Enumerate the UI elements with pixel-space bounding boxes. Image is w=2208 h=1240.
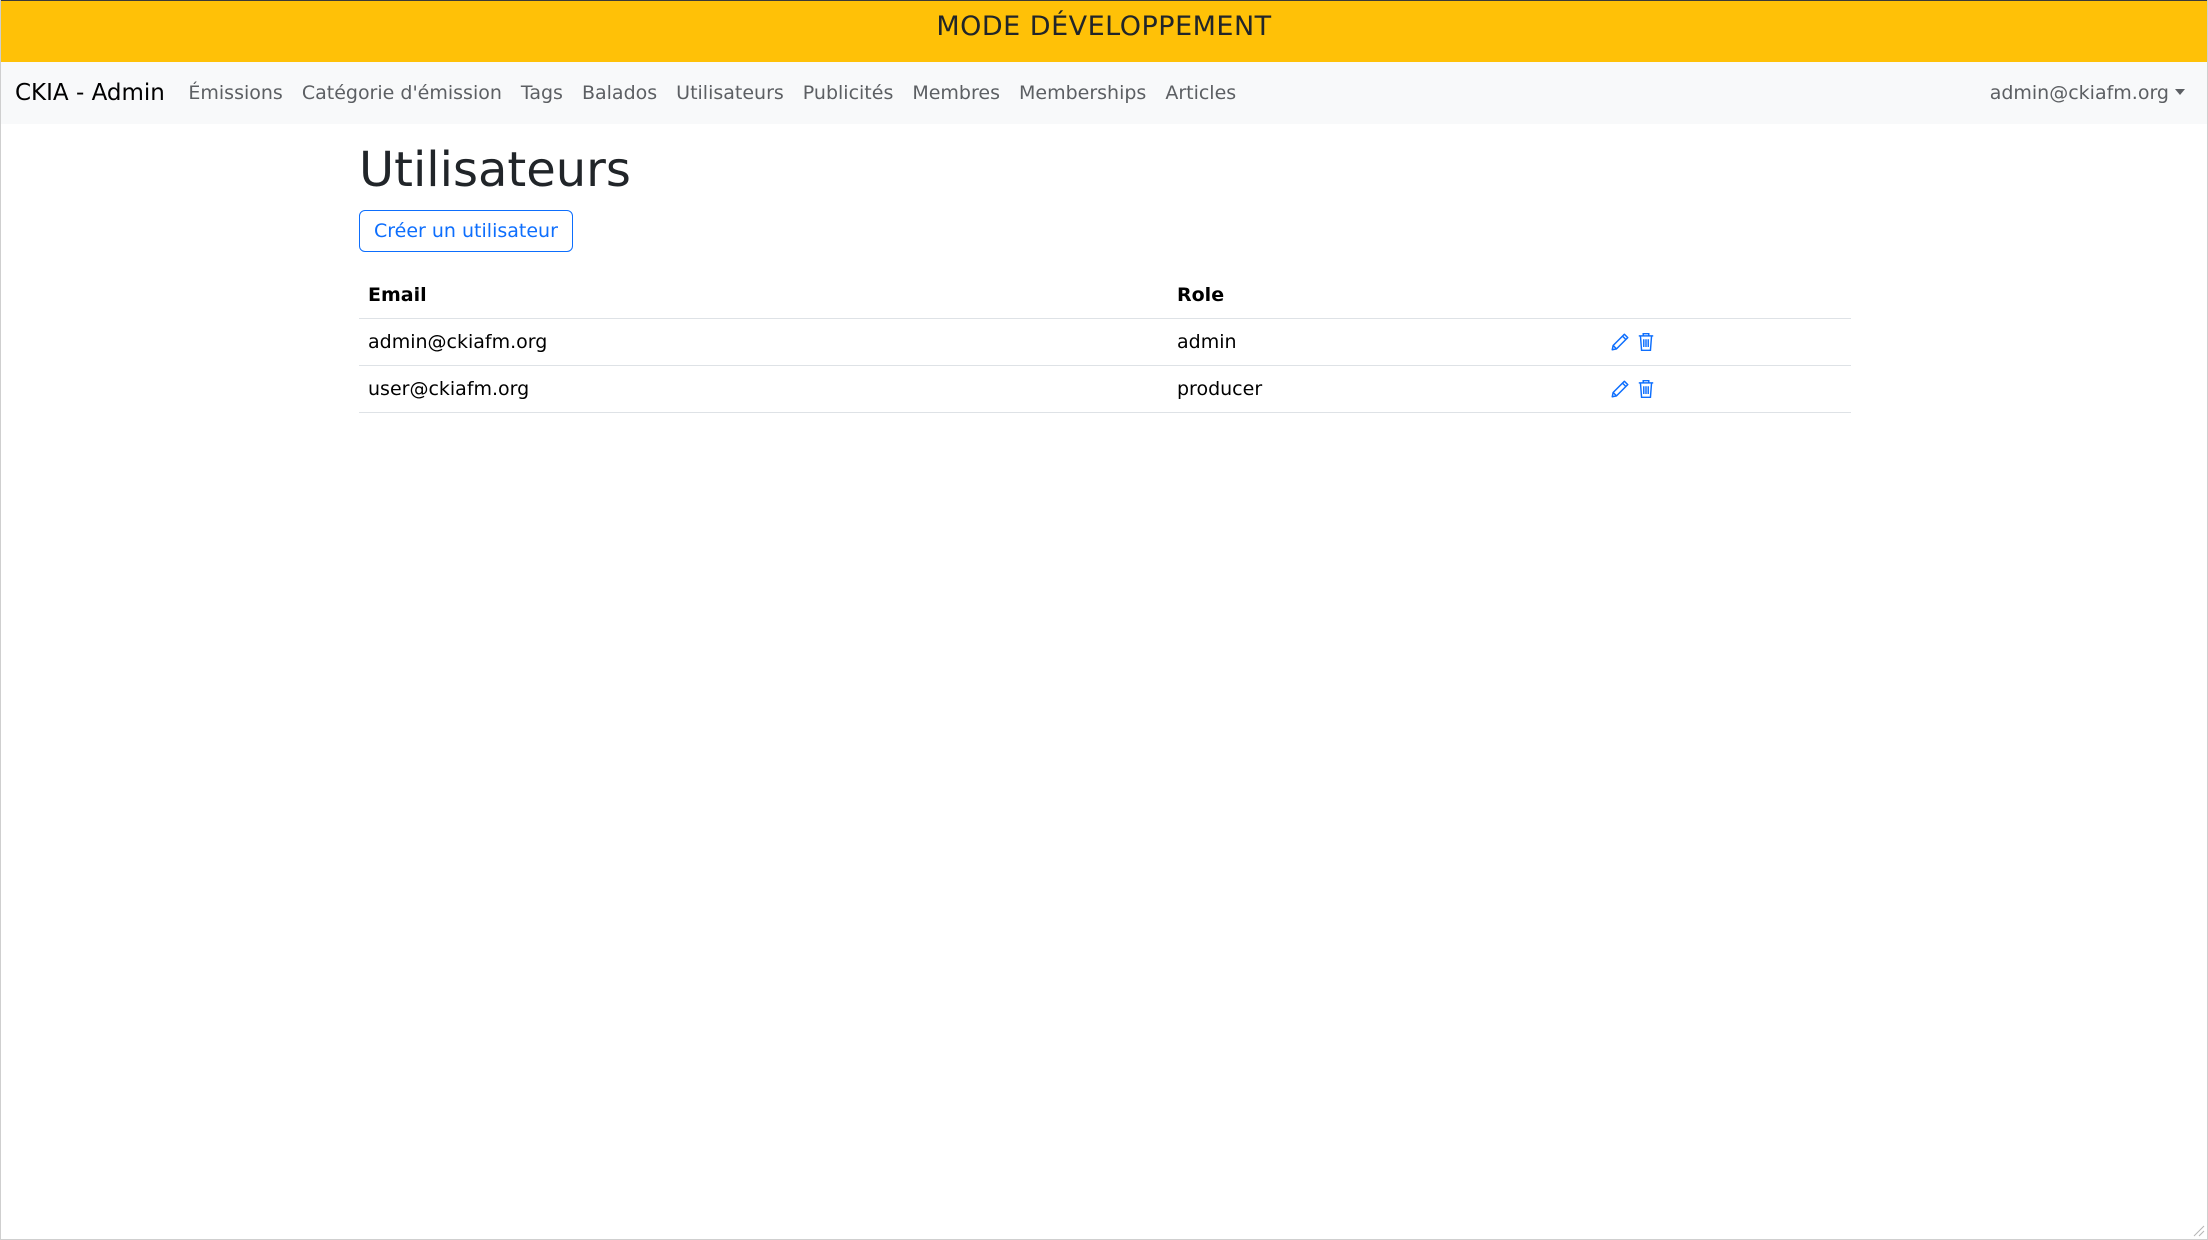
trash-icon[interactable] (1635, 378, 1657, 400)
nav-link-memberships[interactable]: Memberships (1009, 82, 1155, 104)
top-navbar: CKIA - Admin Émissions Catégorie d'émiss… (1, 62, 2207, 124)
nav-link-utilisateurs[interactable]: Utilisateurs (667, 82, 794, 104)
nav-link-membres[interactable]: Membres (903, 82, 1010, 104)
cell-actions (1592, 318, 1851, 367)
nav-link-balados[interactable]: Balados (572, 82, 666, 104)
dev-mode-banner: MODE DÉVELOPPEMENT (1, 0, 2207, 62)
resize-grip-icon[interactable] (2189, 1221, 2205, 1237)
user-menu-dropdown[interactable]: admin@ckiafm.org (1990, 62, 2185, 124)
cell-actions (1592, 365, 1851, 414)
cell-role: admin (1168, 318, 1592, 367)
nav-links: Émissions Catégorie d'émission Tags Bala… (179, 82, 1246, 104)
nav-link-categorie-emission[interactable]: Catégorie d'émission (292, 82, 511, 104)
caret-down-icon (2175, 89, 2185, 95)
create-user-button[interactable]: Créer un utilisateur (359, 209, 573, 253)
nav-link-emissions[interactable]: Émissions (179, 82, 292, 104)
column-header-actions (1592, 272, 1851, 320)
cell-email: user@ckiafm.org (359, 365, 1168, 414)
nav-link-tags[interactable]: Tags (511, 82, 572, 104)
pencil-icon[interactable] (1609, 378, 1631, 400)
main-content: Utilisateurs Créer un utilisateur Email … (359, 124, 1851, 414)
table-row: admin@ckiafm.org admin (359, 318, 1851, 367)
users-table: Email Role admin@ckiafm.org admin user@c… (359, 272, 1851, 414)
app-window: MODE DÉVELOPPEMENT CKIA - Admin Émission… (0, 0, 2208, 1240)
column-header-email: Email (359, 272, 1168, 320)
navbar-brand[interactable]: CKIA - Admin (15, 80, 165, 106)
nav-link-publicites[interactable]: Publicités (793, 82, 903, 104)
user-menu-label: admin@ckiafm.org (1989, 82, 2169, 104)
column-header-role: Role (1168, 272, 1592, 320)
cell-email: admin@ckiafm.org (359, 318, 1168, 367)
nav-link-articles[interactable]: Articles (1156, 82, 1246, 104)
dev-mode-banner-text: MODE DÉVELOPPEMENT (936, 11, 1272, 42)
table-row: user@ckiafm.org producer (359, 365, 1851, 414)
trash-icon[interactable] (1635, 331, 1657, 353)
cell-role: producer (1168, 365, 1592, 414)
page-title: Utilisateurs (359, 142, 631, 198)
pencil-icon[interactable] (1609, 331, 1631, 353)
table-header-row: Email Role (359, 272, 1851, 320)
